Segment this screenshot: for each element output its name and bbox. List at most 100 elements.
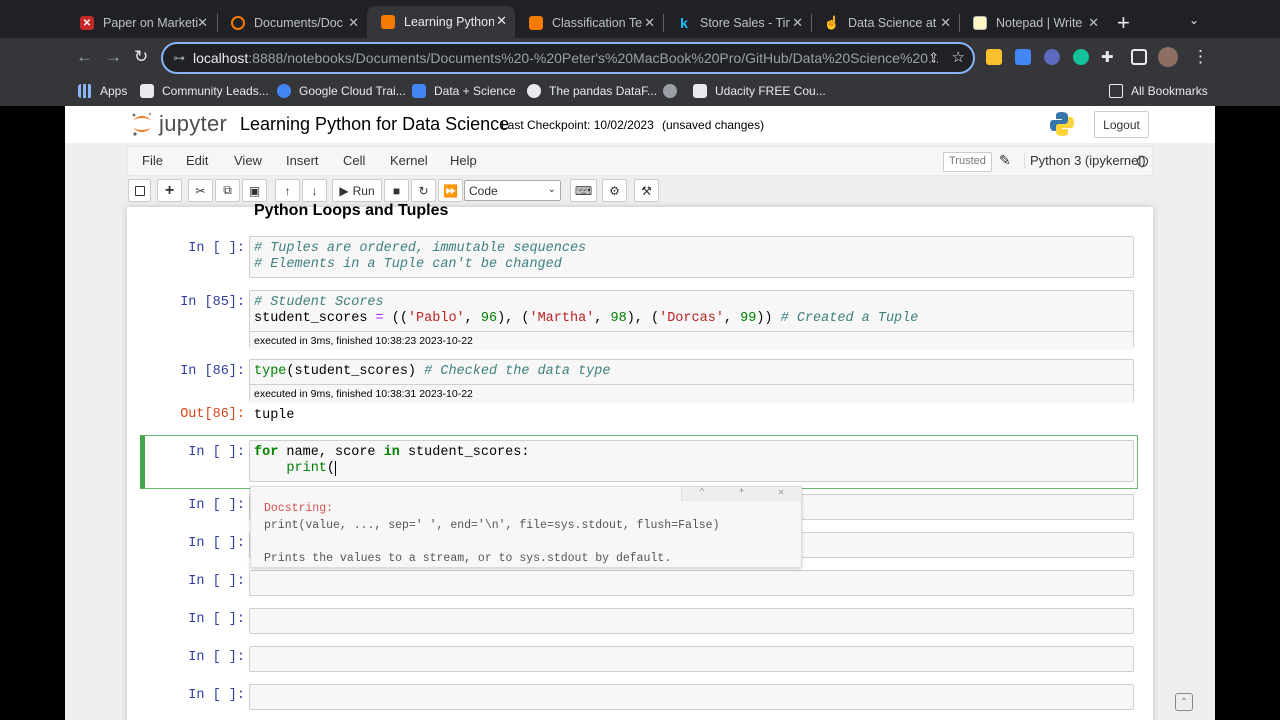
restart-run-all-button[interactable]: ⏩ xyxy=(438,179,463,202)
site-info-icon[interactable]: ⊶ xyxy=(173,51,185,65)
bookmark-item[interactable]: Udacity FREE Cou... xyxy=(693,84,826,98)
expand-icon[interactable]: + xyxy=(738,487,744,501)
bookmark-item[interactable]: Community Leads... xyxy=(140,84,269,98)
hand-icon: ☝ xyxy=(823,15,841,30)
bookmark-label: Community Leads... xyxy=(162,84,269,98)
bookmark-item[interactable]: Data + Science xyxy=(412,84,516,98)
kebab-menu-icon[interactable]: ⋮ xyxy=(1192,47,1209,67)
tab-title: Store Sales - Tim xyxy=(700,16,790,30)
code-editor[interactable]: # Student Scores student_scores = (('Pab… xyxy=(250,291,1133,330)
browser-tab[interactable]: Classification Te ✕ xyxy=(515,8,663,38)
browser-tab[interactable]: Documents/Doc ✕ xyxy=(217,8,367,38)
avatar[interactable] xyxy=(1158,47,1178,67)
jupyter-logo[interactable]: jupyter xyxy=(131,111,227,137)
insert-cell-button[interactable]: + xyxy=(157,179,182,202)
bookmark-item[interactable] xyxy=(663,84,685,98)
code-cell-input[interactable]: for name, score in student_scores: print… xyxy=(249,440,1134,482)
hammer-icon: ⚒ xyxy=(641,183,652,198)
cut-button[interactable]: ✂ xyxy=(188,179,213,202)
jupyter-header: jupyter Learning Python for Data Science… xyxy=(65,106,1215,143)
code-cell-input[interactable] xyxy=(249,646,1134,672)
move-down-button[interactable]: ↓ xyxy=(302,179,327,202)
scissors-icon: ✂ xyxy=(195,183,206,198)
menu-help[interactable]: Help xyxy=(450,153,477,168)
restart-button[interactable]: ↻ xyxy=(411,179,436,202)
close-tab-icon[interactable]: ✕ xyxy=(792,15,803,31)
code-editor[interactable]: for name, score in student_scores: print… xyxy=(250,441,1133,480)
puzzle-icon[interactable]: ✚ xyxy=(1101,48,1114,66)
trusted-indicator[interactable]: Trusted xyxy=(943,152,992,172)
browser-tab-active[interactable]: Learning Python ✕ xyxy=(367,6,515,38)
close-tab-icon[interactable]: ✕ xyxy=(348,15,359,31)
nbextension-button[interactable]: ⚒ xyxy=(634,179,659,202)
notebook-toolbar: + ✂ ⧉ ▣ ↑ ↓ ▶ Run ■ ↻ ⏩ Code ⌄ ⌨ ⚙ ⚒ xyxy=(65,179,1215,207)
paste-icon: ▣ xyxy=(248,183,261,198)
extension-icon[interactable] xyxy=(986,49,1002,65)
grammarly-icon[interactable] xyxy=(1073,49,1089,65)
bookmark-favicon-icon xyxy=(693,84,707,98)
code-cell-input[interactable] xyxy=(249,608,1134,634)
menu-view[interactable]: View xyxy=(234,153,262,168)
tab-search-chevron-icon[interactable]: ⌄ xyxy=(1189,13,1199,27)
sidepanel-icon[interactable] xyxy=(1131,49,1147,65)
all-bookmarks[interactable]: All Bookmarks xyxy=(1109,84,1208,98)
jupyter-wordmark: jupyter xyxy=(159,111,228,136)
bookmark-item[interactable]: The pandas DataF... xyxy=(527,84,657,98)
browser-tab[interactable]: ☝ Data Science at ✕ xyxy=(811,8,959,38)
logout-button[interactable]: Logout xyxy=(1094,111,1149,138)
menu-insert[interactable]: Insert xyxy=(286,153,319,168)
menu-file[interactable]: File xyxy=(142,153,163,168)
close-tab-icon[interactable]: ✕ xyxy=(496,13,507,29)
copy-button[interactable]: ⧉ xyxy=(215,179,240,202)
close-icon[interactable]: ✕ xyxy=(778,487,784,501)
paste-button[interactable]: ▣ xyxy=(242,179,267,202)
gear-icon: ⚙ xyxy=(609,183,620,198)
address-bar[interactable]: ⊶ localhost:8888/notebooks/Documents/Doc… xyxy=(161,42,975,74)
browser-tab[interactable]: k Store Sales - Tim ✕ xyxy=(663,8,811,38)
new-tab-button[interactable]: + xyxy=(1117,10,1130,36)
input-prompt: In [ ]: xyxy=(188,650,245,665)
close-tab-icon[interactable]: ✕ xyxy=(197,15,208,31)
reload-icon[interactable]: ↻ xyxy=(134,47,148,67)
notebook-title[interactable]: Learning Python for Data Science xyxy=(240,114,509,135)
code-cell-input[interactable]: # Student Scores student_scores = (('Pab… xyxy=(249,290,1134,350)
fast-forward-icon: ⏩ xyxy=(443,183,458,198)
save-button[interactable] xyxy=(128,179,151,202)
browser-tab[interactable]: Notepad | Write ✕ xyxy=(959,8,1107,38)
input-prompt: In [ ]: xyxy=(188,688,245,703)
move-up-button[interactable]: ↑ xyxy=(275,179,300,202)
browser-tab[interactable]: ✕ Paper on Marketi ✕ xyxy=(66,8,216,38)
collapse-icon[interactable]: ⌃ xyxy=(699,487,705,501)
share-icon[interactable]: ⇪ xyxy=(928,50,939,66)
back-arrow-icon[interactable]: ← xyxy=(76,47,93,67)
scroll-to-top-icon[interactable]: ⌃ xyxy=(1175,693,1193,711)
output-prompt: Out[86]: xyxy=(180,407,245,422)
kernel-name[interactable]: Python 3 (ipykernel) xyxy=(1024,153,1146,168)
code-cell-input[interactable] xyxy=(249,684,1134,710)
command-palette-button[interactable]: ⌨ xyxy=(570,179,597,202)
run-button[interactable]: ▶ Run xyxy=(332,179,382,202)
menu-cell[interactable]: Cell xyxy=(343,153,365,168)
bookmark-apps[interactable]: Apps xyxy=(78,84,127,98)
extensions-button[interactable]: ⚙ xyxy=(602,179,627,202)
code-editor[interactable]: type(student_scores) # Checked the data … xyxy=(250,360,1133,384)
tooltip-controls: ⌃ + ✕ xyxy=(681,487,801,501)
extension-icon[interactable] xyxy=(1044,49,1060,65)
bookmark-item[interactable]: Google Cloud Trai... xyxy=(277,84,406,98)
close-tab-icon[interactable]: ✕ xyxy=(644,15,655,31)
code-cell-input[interactable]: # Tuples are ordered, immutable sequence… xyxy=(249,236,1134,278)
code-editor[interactable]: # Tuples are ordered, immutable sequence… xyxy=(250,237,1133,276)
code-cell-input[interactable] xyxy=(249,570,1134,596)
cell-type-select[interactable]: Code ⌄ xyxy=(464,180,561,201)
tab-title: Notepad | Write xyxy=(996,16,1083,30)
tooltip-description: Prints the values to a stream, or to sys… xyxy=(264,552,672,565)
menu-edit[interactable]: Edit xyxy=(186,153,208,168)
bookmark-star-icon[interactable]: ☆ xyxy=(952,48,965,66)
code-cell-input[interactable]: type(student_scores) # Checked the data … xyxy=(249,359,1134,403)
close-tab-icon[interactable]: ✕ xyxy=(1088,15,1099,31)
forward-arrow-icon[interactable]: → xyxy=(105,47,122,67)
menu-kernel[interactable]: Kernel xyxy=(390,153,428,168)
close-tab-icon[interactable]: ✕ xyxy=(940,15,951,31)
translate-icon[interactable] xyxy=(1015,49,1031,65)
interrupt-button[interactable]: ■ xyxy=(384,179,409,202)
